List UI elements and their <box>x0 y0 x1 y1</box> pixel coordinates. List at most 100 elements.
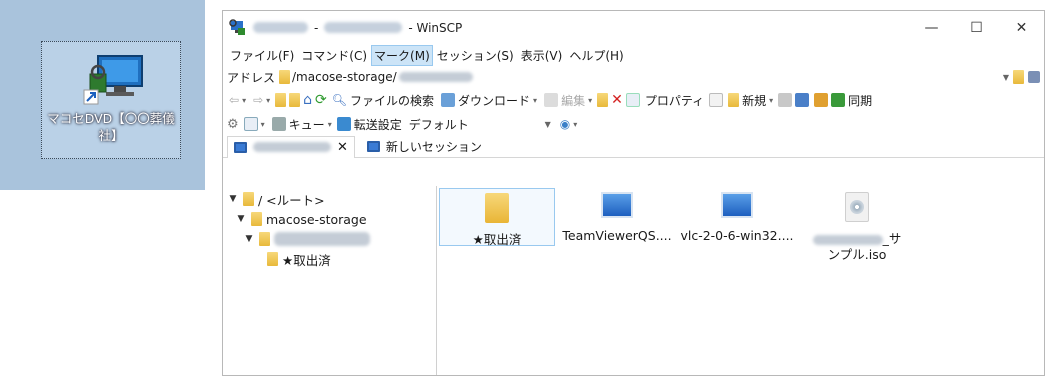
folder-icon <box>485 193 509 223</box>
session-monitor-icon <box>234 141 247 153</box>
console-icon[interactable] <box>778 93 793 107</box>
minimize-button[interactable]: — <box>909 11 954 44</box>
tree-node-label: / <ルート> <box>258 192 325 208</box>
folder-icon <box>267 252 278 266</box>
root-directory-icon[interactable] <box>289 93 301 107</box>
close-tab-icon[interactable]: ✕ <box>337 140 348 155</box>
menu-command[interactable]: コマンド(C) <box>298 45 370 66</box>
tab-new-session[interactable]: 新しいセッション <box>361 136 488 158</box>
list-item[interactable]: vlc-2-0-6-win32.... <box>679 188 795 246</box>
redacted-session <box>324 22 403 33</box>
queue-icon <box>271 117 286 131</box>
address-path: /macose-storage/ <box>292 70 397 84</box>
address-field[interactable]: /macose-storage/ <box>279 70 473 84</box>
transfer-settings-select[interactable]: デフォルト ▼ <box>405 115 555 133</box>
file-name: ★取出済 <box>472 232 522 247</box>
download-label: ダウンロード <box>458 93 531 108</box>
find-files-button[interactable]: 🔍︎ ファイルの検索 <box>330 92 436 109</box>
download-icon <box>441 93 456 107</box>
menu-help[interactable]: ヘルプ(H) <box>566 45 626 66</box>
layout-button[interactable]: ▾ <box>242 117 267 131</box>
transfer-options-icon[interactable] <box>336 117 351 131</box>
winscp-app-icon <box>229 18 245 35</box>
winscp-window: - - WinSCP — ☐ ✕ ファイル(F) コマンド(C) マーク(M) … <box>222 10 1045 376</box>
remote-file-list: ★取出済 TeamViewerQS.... vlc-2-0-6-win32...… <box>437 186 1044 375</box>
forward-button[interactable]: ⇨ ▾ <box>251 93 272 107</box>
edit-label: 編集 <box>561 93 586 108</box>
edit-button[interactable]: 編集 ▾ <box>542 92 594 109</box>
close-button[interactable]: ✕ <box>999 11 1044 44</box>
tab-current-session[interactable]: ✕ <box>227 135 355 158</box>
redacted-tab-name <box>253 142 331 152</box>
menu-mark[interactable]: マーク(M) <box>371 44 433 66</box>
address-bar: アドレス /macose-storage/ ▼ <box>223 66 1044 88</box>
find-files-label: ファイルの検索 <box>350 93 435 108</box>
expand-chevron-icon[interactable]: ▼ <box>243 234 255 244</box>
delete-icon[interactable]: ✕ <box>611 92 623 108</box>
search-icon: 🔍︎ <box>331 93 348 107</box>
desktop-background: マコセDVD【〇〇葬儀社】 <box>0 0 205 190</box>
synchronize-button[interactable]: 同期 <box>812 92 874 109</box>
expand-chevron-icon[interactable]: ▼ <box>235 214 247 224</box>
globe-icon: ◉ <box>559 117 571 131</box>
new-label: 新規 <box>742 93 767 108</box>
parent-directory-icon[interactable] <box>275 93 287 107</box>
properties-label: プロパティ <box>644 93 705 108</box>
folder-icon <box>259 232 270 246</box>
menu-view[interactable]: 表示(V) <box>518 45 566 66</box>
title-bar[interactable]: - - WinSCP — ☐ ✕ <box>223 11 1044 44</box>
tree-node-label: macose-storage <box>266 211 367 227</box>
properties-edit-icon[interactable] <box>709 93 724 107</box>
file-name: TeamViewerQS.... <box>562 228 672 243</box>
list-item[interactable]: _サ ンプル.iso <box>795 188 919 262</box>
queue-label: キュー <box>288 117 325 132</box>
back-button[interactable]: ⇦ ▾ <box>227 93 248 107</box>
edit-icon <box>544 93 559 107</box>
open-directory-icon[interactable] <box>1013 70 1024 84</box>
queue-button[interactable]: キュー ▾ <box>270 116 334 133</box>
compare-icon <box>814 93 829 107</box>
disc-image-icon <box>845 192 869 222</box>
desktop-shortcut-label: マコセDVD【〇〇葬儀社】 <box>47 111 175 143</box>
app-icon <box>601 192 633 218</box>
maximize-button[interactable]: ☐ <box>954 11 999 44</box>
menu-bar: ファイル(F) コマンド(C) マーク(M) セッション(S) 表示(V) ヘル… <box>223 44 1044 66</box>
list-item[interactable]: ★取出済 <box>439 188 555 247</box>
folder-icon <box>243 192 254 206</box>
network-icon[interactable] <box>795 93 810 107</box>
transfer-settings-value: デフォルト <box>408 117 469 132</box>
transfer-profile-button[interactable]: ◉ ▾ <box>558 117 580 131</box>
sync-icon <box>831 93 846 107</box>
home-icon[interactable]: ⌂ <box>303 92 312 108</box>
refresh-icon[interactable]: ⟳ <box>315 92 327 108</box>
app-icon <box>721 192 753 218</box>
download-button[interactable]: ダウンロード ▾ <box>439 92 539 109</box>
tree-node-label: ★取出済 <box>282 252 331 268</box>
file-panes: ▼ / <ルート> ▼ macose-storage ▼ ★取出済 ★取出済 T… <box>223 186 1044 375</box>
sync-label: 同期 <box>848 93 873 108</box>
new-folder-icon <box>728 93 740 107</box>
expand-chevron-icon[interactable]: ▼ <box>227 194 239 204</box>
menu-file[interactable]: ファイル(F) <box>227 45 297 66</box>
tree-node-user[interactable]: ▼ <box>223 229 436 249</box>
tree-node-done[interactable]: ★取出済 <box>223 249 436 269</box>
tree-node-storage[interactable]: ▼ macose-storage <box>223 209 436 229</box>
properties-button[interactable]: プロパティ <box>643 92 706 109</box>
folder-icon <box>279 70 291 84</box>
title-separator: - <box>314 20 319 35</box>
desktop-shortcut[interactable]: マコセDVD【〇〇葬儀社】 <box>41 41 181 159</box>
new-session-monitor-icon <box>366 141 380 152</box>
toolbar-main: ⇦ ▾ ⇨ ▾ ⌂ ⟳ 🔍︎ ファイルの検索 ダウンロード ▾ 編集 ▾ ✕ プロパ… <box>223 88 1044 112</box>
filter-icon[interactable] <box>1028 71 1040 83</box>
move-icon[interactable] <box>597 93 609 107</box>
tree-node-root[interactable]: ▼ / <ルート> <box>223 189 436 209</box>
rename-icon[interactable] <box>625 93 640 107</box>
menu-session[interactable]: セッション(S) <box>434 45 517 66</box>
new-button[interactable]: 新規 ▾ <box>726 92 775 109</box>
list-item[interactable]: TeamViewerQS.... <box>559 188 675 246</box>
toolbar-transfer: ⚙ ▾ キュー ▾ 転送設定 デフォルト ▼ ◉ ▾ <box>223 112 1044 136</box>
directory-tree: ▼ / <ルート> ▼ macose-storage ▼ ★取出済 <box>223 186 437 375</box>
preferences-gear-icon[interactable]: ⚙ <box>227 117 239 132</box>
redacted-host <box>253 22 308 33</box>
address-dropdown-icon[interactable]: ▼ <box>1003 73 1009 82</box>
